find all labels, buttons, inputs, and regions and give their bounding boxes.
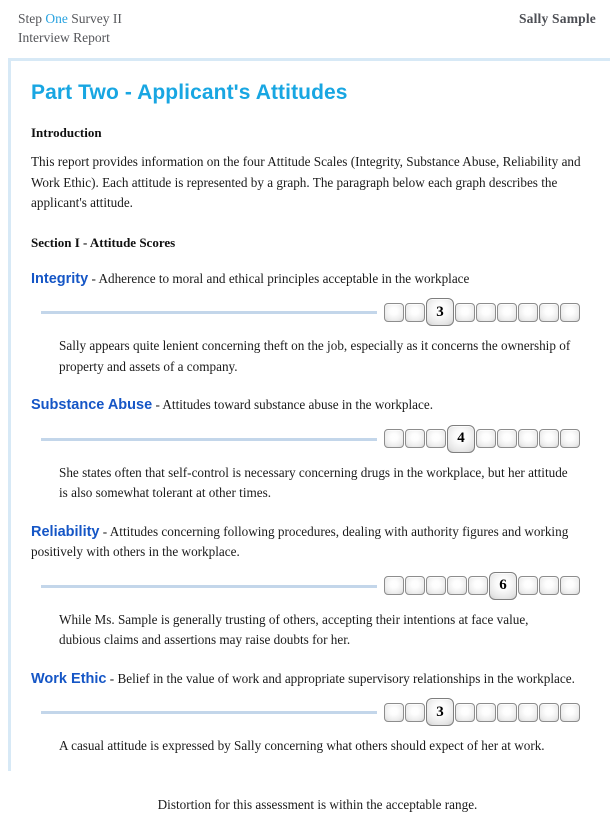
scale-graph-reliability: 6: [25, 571, 592, 601]
scale-heading: Substance Abuse - Attitudes toward subst…: [31, 395, 586, 416]
score-cell-5: [476, 702, 496, 722]
scale-graph-work-ethic: 3: [25, 697, 592, 727]
score-cell-4: [455, 702, 475, 722]
score-cell-7: [518, 576, 538, 595]
report-content-frame: Part Two - Applicant's Attitudes Introdu…: [8, 58, 610, 812]
scale-description: Belief in the value of work and appropri…: [117, 670, 575, 686]
score-cell-7: [518, 302, 538, 322]
score-cell-9: [560, 429, 580, 448]
report-title-accent: One: [45, 11, 68, 26]
score-cell-7: [518, 702, 538, 722]
score-cell-track: 6: [384, 571, 580, 601]
scale-narrative-reliability: While Ms. Sample is generally trusting o…: [59, 611, 529, 648]
scale-heading: Reliability - Attitudes concerning follo…: [31, 522, 586, 563]
scale-block-work-ethic: Work Ethic - Belief in the value of work…: [25, 669, 592, 757]
score-cell-active: 3: [426, 698, 454, 726]
score-cell-2: [405, 302, 425, 322]
scale-graph-integrity: 3: [25, 297, 592, 327]
page-header: Step One Survey II Interview Report Sall…: [0, 0, 610, 50]
scale-dash: -: [99, 523, 110, 539]
report-title-line: Step One Survey II: [18, 9, 122, 28]
scale-narrative-integrity: Sally appears quite lenient concerning t…: [59, 338, 571, 374]
scale-dash: -: [106, 670, 118, 686]
scale-name-substance-abuse: Substance Abuse: [31, 397, 153, 413]
score-cell-2: [405, 702, 425, 722]
score-cell-4: [455, 302, 475, 322]
score-cell-8: [539, 702, 559, 722]
score-cell-3: [426, 576, 446, 595]
score-cell-track: 4: [384, 424, 580, 454]
scale-heading: Integrity - Adherence to moral and ethic…: [31, 269, 586, 290]
distortion-note: Distortion for this assessment is within…: [157, 796, 478, 812]
score-cell-6: [497, 702, 517, 722]
score-cell-2: [405, 429, 425, 448]
score-cell-4: [447, 576, 467, 595]
score-cell-1: [384, 576, 404, 595]
scale-name-reliability: Reliability: [31, 523, 100, 540]
scale-block-reliability: Reliability - Attitudes concerning follo…: [25, 522, 592, 651]
scale-narrative-work-ethic: A casual attitude is expressed by Sally …: [59, 738, 545, 753]
score-cell-7: [518, 429, 538, 448]
scale-description: Attitudes concerning following procedure…: [31, 523, 569, 560]
scale-description: Attitudes toward substance abuse in the …: [162, 397, 434, 412]
graph-leader-line: [41, 711, 377, 714]
score-cell-track: 3: [384, 297, 580, 327]
report-title-block: Step One Survey II Interview Report: [18, 9, 122, 47]
score-cell-active: 3: [426, 298, 454, 326]
score-cell-active: 6: [489, 571, 517, 600]
score-cell-9: [560, 302, 580, 322]
introduction-heading: Introduction: [31, 125, 102, 140]
scale-heading: Work Ethic - Belief in the value of work…: [31, 669, 586, 690]
scale-graph-substance-abuse: 4: [25, 424, 592, 454]
score-cell-5: [476, 429, 496, 448]
score-cell-5: [468, 576, 488, 595]
scale-narrative-substance-abuse: She states often that self-control is ne…: [59, 464, 568, 501]
score-cell-6: [497, 429, 517, 448]
graph-leader-line: [41, 437, 377, 441]
score-cell-1: [384, 302, 404, 322]
score-cell-1: [384, 702, 404, 722]
score-cell-active: 4: [447, 424, 475, 453]
page-title: Part Two - Applicant's Attitudes: [31, 81, 348, 104]
report-subtitle: Interview Report: [18, 30, 110, 45]
scale-name-integrity: Integrity: [31, 270, 89, 287]
score-cell-6: [497, 302, 517, 322]
score-cell-8: [539, 302, 559, 322]
scale-name-work-ethic: Work Ethic: [31, 670, 107, 687]
scale-description: Adherence to moral and ethical principle…: [98, 270, 470, 286]
score-cell-5: [476, 302, 496, 322]
report-title-prefix: Step: [18, 11, 46, 26]
report-title-suffix: Survey II: [67, 11, 122, 26]
graph-leader-line: [41, 584, 377, 588]
score-cell-1: [384, 429, 404, 448]
score-cell-track: 3: [384, 697, 580, 727]
introduction-body: This report provides information on the …: [31, 154, 581, 210]
score-cell-2: [405, 576, 425, 595]
score-cell-3: [426, 429, 446, 448]
candidate-name: Sally Sample: [518, 11, 596, 26]
score-cell-8: [539, 576, 559, 595]
section-heading: Section I - Attitude Scores: [31, 234, 176, 250]
score-cell-9: [560, 702, 580, 722]
score-cell-8: [539, 429, 559, 448]
scale-block-substance-abuse: Substance Abuse - Attitudes toward subst…: [25, 395, 592, 504]
graph-leader-line: [41, 311, 377, 314]
score-cell-9: [560, 576, 580, 595]
scale-block-integrity: Integrity - Adherence to moral and ethic…: [25, 269, 592, 378]
scale-dash: -: [152, 397, 163, 412]
scale-dash: -: [88, 270, 99, 286]
